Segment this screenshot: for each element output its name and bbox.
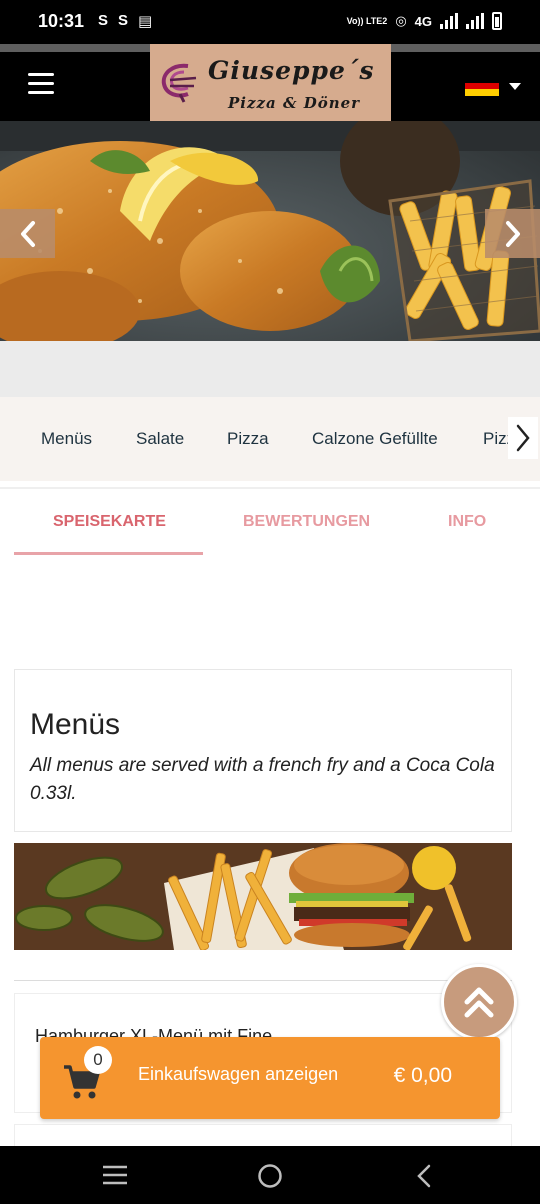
divider (0, 487, 540, 489)
logo-name: Giuseppe´s (208, 56, 375, 85)
view-cart-button[interactable]: Einkaufswagen anzeigen € 0,00 (40, 1037, 500, 1119)
section-title: Menüs (30, 708, 121, 741)
divider (14, 980, 512, 981)
language-selector[interactable] (465, 76, 521, 97)
burger-image (14, 843, 512, 950)
category-calzone[interactable]: Calzone Gefüllte (312, 429, 438, 449)
s-icon: S (98, 12, 109, 29)
notification-icons: S S ▤ (98, 12, 152, 30)
tab-info[interactable]: INFO (448, 513, 486, 531)
tab-speisekarte[interactable]: SPEISEKARTE (53, 513, 166, 531)
logo-subtitle: Pizza & Döner (228, 94, 361, 112)
double-chevron-up-icon (464, 987, 494, 1018)
hotspot-icon: ◎ (395, 13, 407, 28)
germany-flag-icon (465, 76, 499, 97)
schnitzel-image (0, 121, 540, 341)
scroll-top-button[interactable] (441, 964, 517, 1040)
category-nav: Menüs Salate Pizza Calzone Gefüllte Pizz… (0, 397, 540, 481)
section-card: Menüs All menus are served with a french… (14, 669, 512, 832)
signal-icon (466, 13, 484, 29)
home-icon[interactable] (257, 1163, 283, 1189)
site-logo[interactable]: Giuseppe´s Pizza & Döner (150, 44, 391, 121)
caret-down-icon (509, 82, 521, 90)
chevron-right-icon (505, 220, 520, 247)
volte-label: Vo)) LTE2 (346, 15, 388, 26)
spacer-band (0, 341, 540, 397)
slider-prev-button[interactable] (0, 209, 55, 258)
system-icons: Vo)) LTE2 ◎ 4G (347, 12, 502, 30)
cart-count-badge: 0 (84, 1046, 112, 1074)
s-icon: S (118, 12, 129, 29)
doner-logo-icon (161, 63, 197, 103)
tab-active-indicator (14, 552, 203, 555)
category-menus[interactable]: Menüs (41, 429, 92, 449)
recent-apps-icon[interactable] (102, 1165, 128, 1185)
system-nav-bar (0, 1146, 540, 1204)
signal-icon (440, 13, 458, 29)
message-icon: ▤ (138, 13, 153, 30)
section-banner-image (14, 843, 512, 950)
hamburger-icon[interactable] (28, 73, 54, 95)
hero-slider (0, 121, 540, 341)
back-icon[interactable] (416, 1164, 432, 1188)
category-pizza[interactable]: Pizza (227, 429, 269, 449)
category-scroll-right[interactable] (508, 417, 538, 459)
section-description: All menus are served with a french fry a… (30, 755, 495, 804)
app-screen: 10:31 S S ▤ Vo)) LTE2 ◎ 4G Giuseppe´s Pi… (0, 0, 540, 1204)
network-label: 4G (414, 13, 432, 29)
chevron-right-icon (516, 424, 530, 452)
battery-icon (492, 12, 502, 30)
cart-label: Einkaufswagen anzeigen (138, 1064, 339, 1084)
slider-next-button[interactable] (485, 209, 540, 258)
chevron-left-icon (20, 220, 35, 247)
status-bar: 10:31 S S ▤ Vo)) LTE2 ◎ 4G (0, 0, 540, 44)
tab-bewertungen[interactable]: BEWERTUNGEN (243, 513, 370, 531)
status-time: 10:31 (38, 11, 85, 31)
cart-total: € 0,00 (393, 1064, 452, 1087)
category-salate[interactable]: Salate (136, 429, 184, 449)
